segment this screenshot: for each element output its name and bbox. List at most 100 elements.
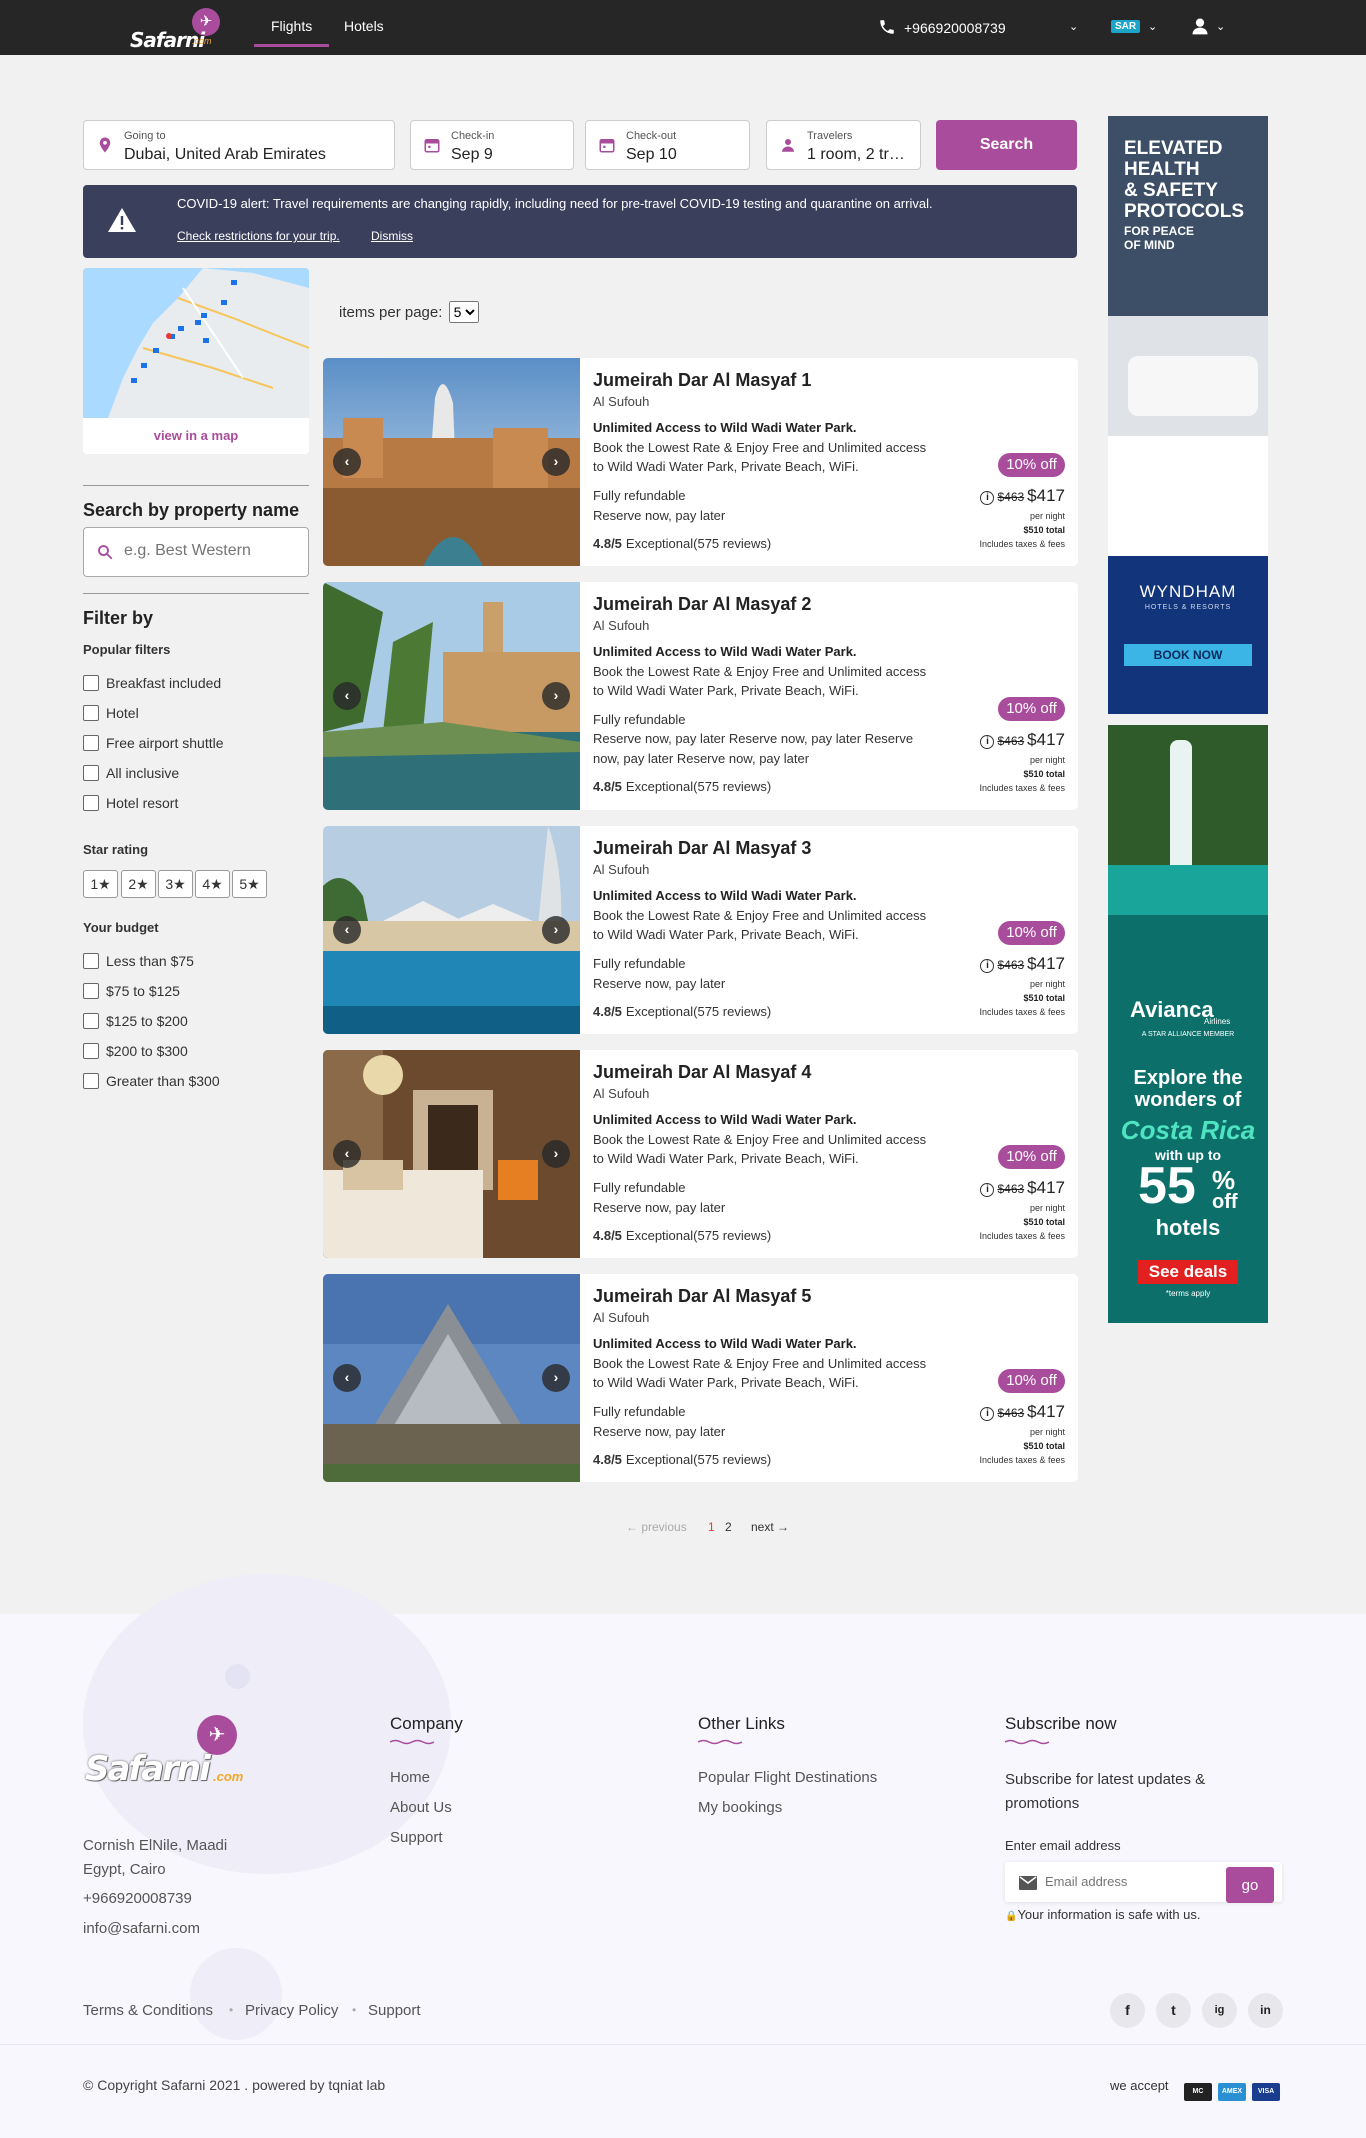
checkbox[interactable] (83, 705, 99, 721)
property-search-field[interactable] (83, 527, 309, 577)
subscribe-email-input[interactable] (1045, 1874, 1225, 1889)
budget-75-125[interactable]: $75 to $125 (83, 983, 180, 999)
chevron-down-icon[interactable]: ⌄ (1069, 20, 1078, 33)
tab-hotels[interactable]: Hotels (344, 18, 384, 34)
map-thumbnail[interactable] (83, 268, 309, 418)
checkout-field[interactable]: Check-out Sep 10 (585, 120, 750, 170)
checkbox[interactable] (83, 735, 99, 751)
hotel-name[interactable]: Jumeirah Dar Al Masyaf 2 (593, 594, 811, 615)
hotel-name[interactable]: Jumeirah Dar Al Masyaf 3 (593, 838, 811, 859)
prev-photo-button[interactable]: ‹ (333, 448, 361, 476)
filter-all-inclusive[interactable]: All inclusive (83, 765, 179, 781)
checkbox[interactable] (83, 765, 99, 781)
checkbox[interactable] (83, 953, 99, 969)
info-icon[interactable]: i (980, 1407, 995, 1421)
tab-flights[interactable]: Flights (254, 18, 330, 47)
info-icon[interactable]: i (980, 735, 995, 749)
hotel-card[interactable]: ‹ › Jumeirah Dar Al Masyaf 3 Al Sufouh U… (323, 826, 1078, 1034)
see-deals-button[interactable]: See deals (1138, 1260, 1238, 1284)
footer-link-support[interactable]: Support (390, 1829, 443, 1846)
previous-page-link[interactable]: ← previous (626, 1520, 687, 1534)
star-2-button[interactable]: 2★ (121, 870, 156, 898)
hotel-card[interactable]: ‹ › Jumeirah Dar Al Masyaf 2 Al Sufouh U… (323, 582, 1078, 810)
hotel-name[interactable]: Jumeirah Dar Al Masyaf 1 (593, 370, 811, 391)
budget-125-200[interactable]: $125 to $200 (83, 1013, 188, 1029)
star-1-button[interactable]: 1★ (83, 870, 118, 898)
next-photo-button[interactable]: › (542, 1364, 570, 1392)
star-5-button[interactable]: 5★ (232, 870, 267, 898)
support-link[interactable]: Support (368, 2002, 421, 2019)
copyright: © Copyright Safarni 2021 . powered by tq… (83, 2077, 386, 2093)
checkbox[interactable] (83, 675, 99, 691)
filter-airport-shuttle[interactable]: Free airport shuttle (83, 735, 224, 751)
prev-photo-button[interactable]: ‹ (333, 916, 361, 944)
view-map-link[interactable]: view in a map (83, 428, 309, 443)
wyndham-ad[interactable]: ELEVATED HEALTH & SAFETY PROTOCOLS FOR P… (1108, 116, 1268, 714)
hotel-name[interactable]: Jumeirah Dar Al Masyaf 5 (593, 1286, 811, 1307)
filter-breakfast[interactable]: Breakfast included (83, 675, 221, 691)
filter-hotel[interactable]: Hotel (83, 705, 139, 721)
info-icon[interactable]: i (980, 959, 995, 973)
warning-icon (108, 208, 136, 232)
budget-200-300[interactable]: $200 to $300 (83, 1043, 188, 1059)
chevron-down-icon[interactable]: ⌄ (1216, 20, 1225, 33)
prev-photo-button[interactable]: ‹ (333, 1140, 361, 1168)
user-icon[interactable] (1190, 16, 1210, 36)
logo[interactable]: ✈ Safarni .com (128, 6, 228, 52)
hotel-card[interactable]: ‹ › Jumeirah Dar Al Masyaf 1 Al Sufouh U… (323, 358, 1078, 566)
footer-phone[interactable]: +966920008739 (83, 1890, 192, 1907)
star-3-button[interactable]: 3★ (158, 870, 193, 898)
next-photo-button[interactable]: › (542, 682, 570, 710)
items-per-page-select[interactable]: 5 (448, 301, 479, 323)
property-search-input[interactable] (124, 542, 294, 560)
travelers-field[interactable]: Travelers 1 room, 2 travelers (766, 120, 921, 170)
footer-link-my-bookings[interactable]: My bookings (698, 1799, 782, 1816)
destination-field[interactable]: Going to Dubai, United Arab Emirates (83, 120, 395, 170)
hotel-card[interactable]: ‹ › Jumeirah Dar Al Masyaf 5 Al Sufouh U… (323, 1274, 1078, 1482)
subscribe-go-button[interactable]: go (1226, 1867, 1274, 1903)
footer-logo[interactable]: ✈ Safarni .com (83, 1715, 253, 1795)
privacy-link[interactable]: Privacy Policy (245, 2002, 338, 2019)
currency-badge[interactable]: SAR (1111, 20, 1141, 33)
footer-link-flight-destinations[interactable]: Popular Flight Destinations (698, 1769, 877, 1786)
next-page-link[interactable]: next → (751, 1520, 789, 1534)
chevron-down-icon[interactable]: ⌄ (1148, 20, 1157, 33)
terms-link[interactable]: Terms & Conditions (83, 2002, 213, 2019)
avianca-ad[interactable]: Avianca Airlines A STAR ALLIANCE MEMBER … (1108, 725, 1268, 1323)
star-4-button[interactable]: 4★ (195, 870, 230, 898)
linkedin-icon[interactable]: in (1248, 1993, 1283, 2028)
hotel-card[interactable]: ‹ › Jumeirah Dar Al Masyaf 4 Al Sufouh U… (323, 1050, 1078, 1258)
footer-email[interactable]: info@safarni.com (83, 1920, 200, 1937)
checkin-field[interactable]: Check-in Sep 9 (410, 120, 574, 170)
next-photo-button[interactable]: › (542, 916, 570, 944)
checkbox[interactable] (83, 1013, 99, 1029)
twitter-icon[interactable]: t (1156, 1993, 1191, 2028)
footer-link-home[interactable]: Home (390, 1769, 430, 1786)
info-icon[interactable]: i (980, 1183, 995, 1197)
budget-over-300[interactable]: Greater than $300 (83, 1073, 220, 1089)
instagram-icon[interactable]: ig (1202, 1993, 1237, 2028)
checkbox[interactable] (83, 1043, 99, 1059)
prev-photo-button[interactable]: ‹ (333, 1364, 361, 1392)
checkbox[interactable] (83, 983, 99, 999)
info-icon[interactable]: i (980, 491, 995, 505)
subscribe-field[interactable]: go (1005, 1862, 1282, 1903)
next-photo-button[interactable]: › (542, 1140, 570, 1168)
page-2-link[interactable]: 2 (725, 1520, 732, 1534)
checkbox[interactable] (83, 795, 99, 811)
footer-link-about[interactable]: About Us (390, 1799, 452, 1816)
filter-hotel-resort[interactable]: Hotel resort (83, 795, 178, 811)
prev-photo-button[interactable]: ‹ (333, 682, 361, 710)
check-restrictions-link[interactable]: Check restrictions for your trip. (177, 229, 340, 243)
dismiss-link[interactable]: Dismiss (371, 229, 413, 243)
checkbox[interactable] (83, 1073, 99, 1089)
map-card[interactable]: view in a map (83, 268, 309, 454)
budget-under-75[interactable]: Less than $75 (83, 953, 194, 969)
phone-contact[interactable]: +966920008739 (878, 18, 1006, 36)
hotel-name[interactable]: Jumeirah Dar Al Masyaf 4 (593, 1062, 811, 1083)
facebook-icon[interactable]: f (1110, 1993, 1145, 2028)
book-now-button[interactable]: BOOK NOW (1124, 644, 1252, 666)
next-photo-button[interactable]: › (542, 448, 570, 476)
page-1-link[interactable]: 1 (708, 1520, 715, 1534)
search-button[interactable]: Search (936, 120, 1077, 170)
